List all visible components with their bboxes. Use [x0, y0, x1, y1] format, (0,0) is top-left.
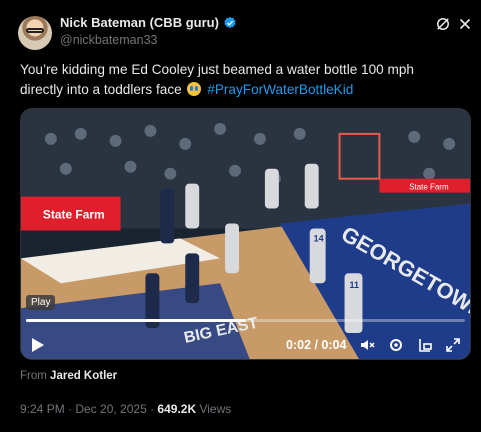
video-player[interactable]: State Farm State Farm GEORGETOWN BIG EAS…	[20, 108, 471, 360]
from-name-link[interactable]: Jared Kotler	[50, 370, 117, 382]
play-icon[interactable]	[31, 337, 45, 353]
tweet-text-line1: You’re kidding me Ed Cooley just beamed …	[20, 62, 414, 77]
handle[interactable]: @nickbateman33	[60, 33, 157, 47]
video-time: 0:02 / 0:04	[286, 338, 347, 352]
hashtag-link[interactable]: #PrayForWaterBottleKid	[207, 82, 353, 97]
volume-muted-icon[interactable]	[359, 337, 375, 353]
tweet-meta: 9:24 PM · Dec 20, 2025 · 649.2K Views	[20, 402, 231, 416]
jersey-number-14: 14	[314, 233, 324, 243]
views-count: 649.2K	[157, 402, 197, 416]
video-progress-bar[interactable]	[26, 319, 465, 322]
fullscreen-icon[interactable]	[445, 337, 461, 353]
close-icon[interactable]	[456, 15, 474, 33]
video-controls: 0:02 / 0:04	[21, 331, 470, 359]
display-name[interactable]: Nick Bateman (CBB guru)	[60, 15, 219, 30]
video-progress-fill	[26, 319, 246, 322]
avatar[interactable]	[18, 16, 52, 50]
banner-ad-text: State Farm	[43, 208, 105, 222]
video-frame: State Farm State Farm GEORGETOWN BIG EAS…	[21, 109, 470, 359]
verified-badge-icon	[224, 16, 236, 28]
grok-icon[interactable]	[434, 15, 452, 33]
play-badge: Play	[26, 295, 56, 310]
tweet-text-line2: directly into a toddlers face	[20, 82, 182, 97]
banner-ad-text-2: State Farm	[409, 183, 449, 192]
tweet-card: Nick Bateman (CBB guru) @nickbateman33 Y…	[0, 0, 481, 432]
views-label: Views	[199, 402, 232, 416]
picture-in-picture-icon[interactable]	[417, 337, 433, 353]
author-row: Nick Bateman (CBB guru)	[60, 15, 237, 30]
jersey-number-11: 11	[350, 280, 359, 290]
settings-gear-icon[interactable]	[388, 337, 404, 353]
crying-face-emoji-icon	[187, 82, 202, 96]
timestamp[interactable]: 9:24 PM · Dec 20, 2025 ·	[20, 402, 154, 416]
from-prefix: From	[20, 370, 47, 382]
video-attribution: From Jared Kotler	[20, 370, 117, 382]
tweet-text: You’re kidding me Ed Cooley just beamed …	[20, 60, 470, 100]
